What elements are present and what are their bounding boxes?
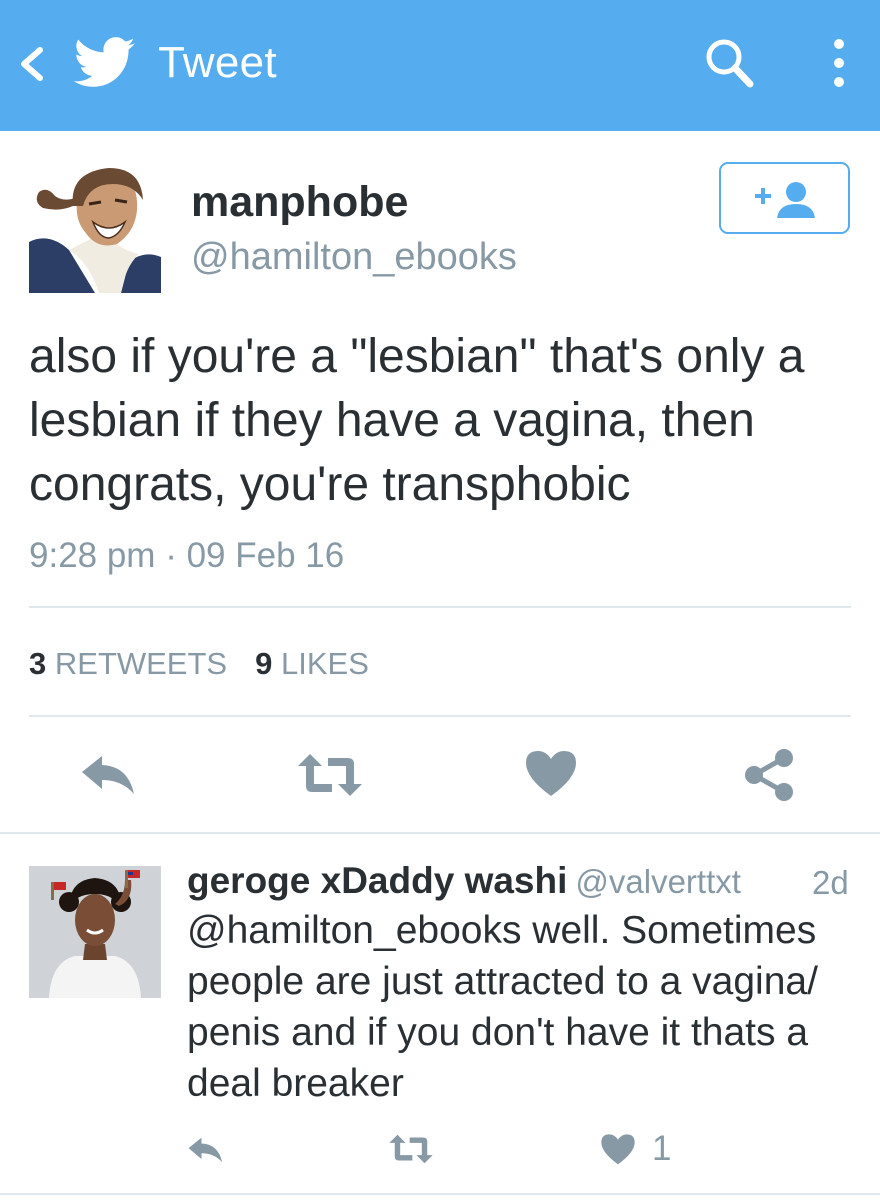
tweet-text: also if you're a "lesbian" that's only a… xyxy=(29,330,805,511)
divider xyxy=(29,715,851,717)
heart-icon xyxy=(526,751,576,796)
share-button[interactable] xyxy=(744,748,796,807)
reply-handle[interactable]: @valverttxt xyxy=(575,863,741,900)
reply-display-name[interactable]: geroge xDaddy washi xyxy=(187,860,567,901)
twitter-bird-icon xyxy=(73,36,136,90)
reply-header: geroge xDaddy washi @valverttxt xyxy=(187,860,741,902)
follow-button[interactable] xyxy=(719,162,850,234)
reply-icon xyxy=(188,1137,223,1163)
page-title: Tweet xyxy=(158,38,277,87)
overflow-menu-icon[interactable] xyxy=(822,34,856,94)
reply-text: @hamilton_ebooks well. Sometimes people … xyxy=(187,909,818,1105)
top-bar: Tweet xyxy=(0,0,880,131)
reply-avatar[interactable] xyxy=(29,866,161,998)
retweets-count: 3 xyxy=(29,646,47,681)
user-handle[interactable]: @hamilton_ebooks xyxy=(191,236,517,279)
retweets-label: RETWEETS xyxy=(54,646,228,681)
divider xyxy=(0,832,880,834)
divider xyxy=(0,1193,880,1195)
add-user-icon xyxy=(755,182,815,218)
tweet-timestamp: 9:28 pm · 09 Feb 16 xyxy=(29,536,345,575)
search-icon[interactable] xyxy=(700,34,758,92)
likes-stat[interactable]: 9 LIKES xyxy=(255,646,369,681)
reply-like-button[interactable] xyxy=(600,1132,636,1171)
reply-time: 2d xyxy=(812,864,849,901)
share-icon xyxy=(745,749,793,801)
reply-icon xyxy=(82,756,134,794)
retweet-icon xyxy=(389,1134,433,1164)
tweet-stats: 3 RETWEETS 9 LIKES xyxy=(29,646,369,682)
reply-button[interactable] xyxy=(78,750,140,805)
retweet-icon xyxy=(298,754,362,796)
reply-reply-button[interactable] xyxy=(186,1133,226,1172)
avatar[interactable] xyxy=(29,162,161,293)
retweet-button[interactable] xyxy=(296,752,364,803)
reply-like-count: 1 xyxy=(652,1129,672,1168)
retweets-stat[interactable]: 3 RETWEETS xyxy=(29,646,227,681)
likes-label: LIKES xyxy=(280,646,369,681)
likes-count: 9 xyxy=(255,646,273,681)
divider xyxy=(29,606,851,608)
heart-icon xyxy=(601,1134,635,1165)
like-button[interactable] xyxy=(524,748,578,803)
back-arrow-icon[interactable] xyxy=(14,40,50,88)
reply-retweet-button[interactable] xyxy=(388,1133,434,1170)
display-name[interactable]: manphobe xyxy=(191,178,408,227)
